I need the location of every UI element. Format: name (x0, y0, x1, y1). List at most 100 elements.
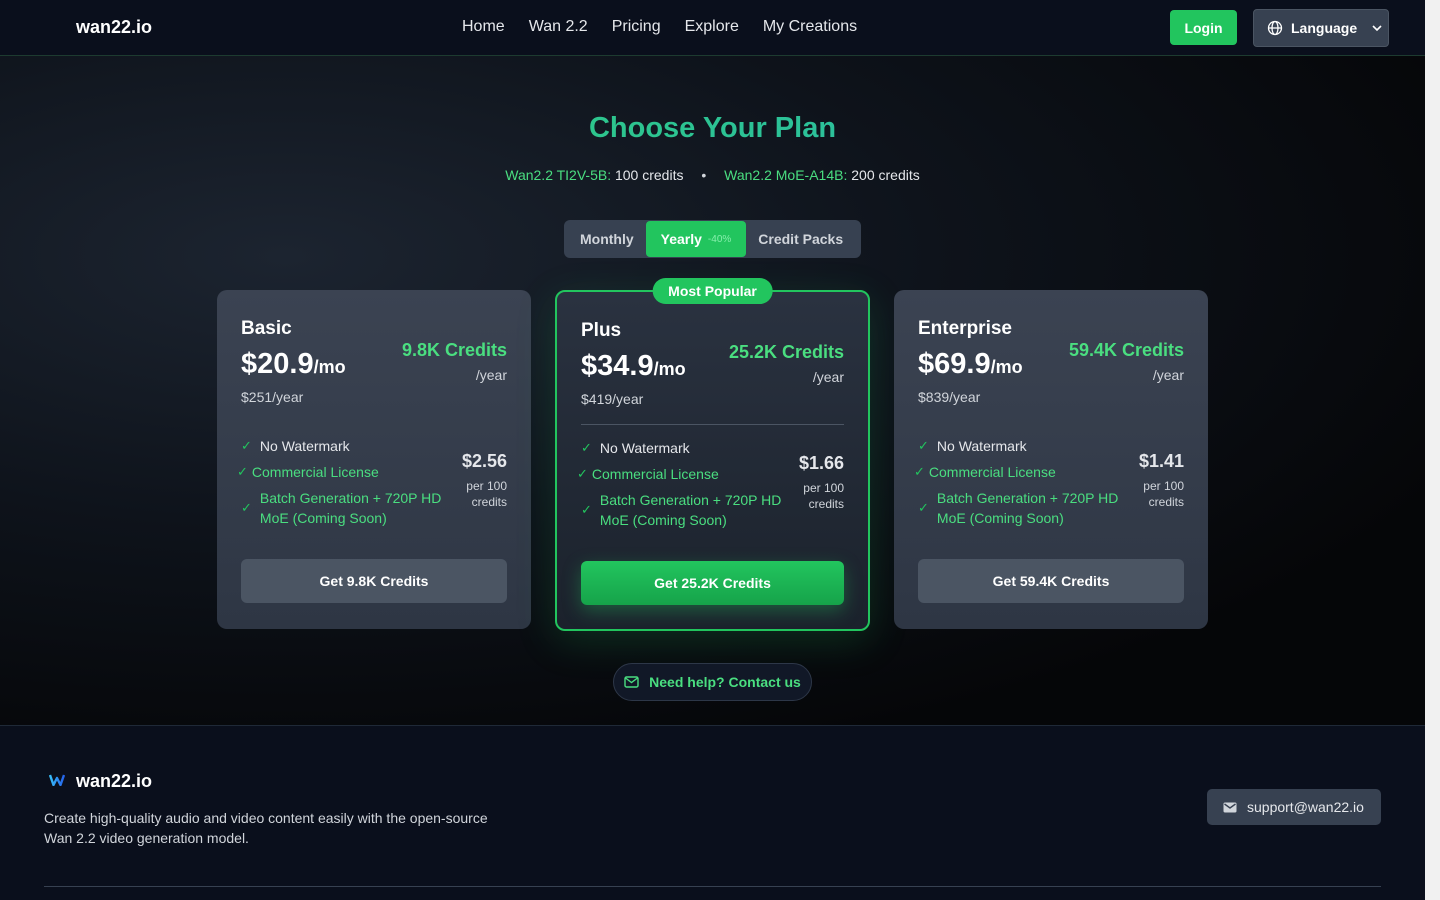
feature-item: ✓ No Watermark (581, 438, 791, 458)
footer-brand[interactable]: wan22.io (76, 771, 152, 792)
nav-pricing[interactable]: Pricing (612, 18, 661, 36)
nav-home[interactable]: Home (462, 18, 505, 36)
plan-credits-period: /year (475, 367, 507, 383)
plan-credits-period: /year (812, 369, 844, 385)
plan-yearly-total: $419/year (581, 391, 644, 407)
plan-credits: 25.2K Credits (728, 342, 844, 362)
feature-label: Batch Generation + 720P HD MoE (Coming S… (936, 490, 1119, 526)
plan-yearly-total: $251/year (241, 389, 304, 405)
language-label: Language (1291, 20, 1358, 36)
tab-credit-packs-label: Credit Packs (758, 231, 844, 247)
plan-name: Basic (241, 318, 292, 339)
plan-yearly-total: $839/year (918, 389, 981, 405)
model-moe-credits: 200 credits (851, 167, 920, 183)
price-period: /mo (990, 357, 1023, 377)
price-value: $69.9 (918, 348, 991, 380)
check-icon: ✓ (914, 464, 925, 479)
price-value: $20.9 (241, 348, 314, 380)
plan-credits: 59.4K Credits (1068, 340, 1184, 360)
plan-card-basic: Basic $20.9/mo $251/year 9.8K Credits /y… (217, 290, 531, 629)
model-moe-name: Wan2.2 MoE-A14B: (724, 167, 848, 183)
price-period: /mo (313, 357, 346, 377)
get-credits-button[interactable]: Get 59.4K Credits (918, 559, 1184, 603)
unit-price: $1.41 (1138, 451, 1184, 471)
unit-price: $1.66 (798, 453, 844, 473)
feature-label: Commercial License (928, 464, 1056, 480)
feature-item: ✓ Commercial License (577, 464, 791, 484)
tab-credit-packs[interactable]: Credit Packs (746, 221, 855, 257)
separator-dot: • (701, 167, 707, 183)
plan-name: Enterprise (918, 318, 1012, 339)
feature-list: ✓ No Watermark ✓ Commercial License ✓ Batch… (237, 436, 451, 534)
contact-us-button[interactable]: Need help? Contact us (613, 663, 812, 701)
feature-item: ✓ Batch Generation + 720P HD MoE (Coming … (581, 490, 791, 530)
billing-toggle: Monthly Yearly -40% Credit Packs (564, 220, 861, 258)
feature-list: ✓ No Watermark ✓ Commercial License ✓ Batch… (577, 438, 791, 536)
feature-label: Commercial License (591, 466, 719, 482)
feature-label: Batch Generation + 720P HD MoE (Coming S… (599, 492, 782, 528)
feature-item: ✓ Batch Generation + 720P HD MoE (Coming … (918, 488, 1128, 528)
footer-description: Create high-quality audio and video cont… (44, 810, 488, 846)
feature-label: No Watermark (259, 438, 350, 454)
plan-card-enterprise: Enterprise $69.9/mo $839/year 59.4K Cred… (894, 290, 1208, 629)
feature-list: ✓ No Watermark ✓ Commercial License ✓ Batch… (914, 436, 1128, 534)
check-icon: ✓ (577, 466, 588, 481)
contact-us-label: Need help? Contact us (649, 674, 801, 690)
support-email: support@wan22.io (1247, 799, 1364, 815)
site-logo[interactable]: wan22.io (76, 17, 152, 38)
mail-icon (624, 676, 639, 688)
page-title: Choose Your Plan (0, 112, 1425, 145)
wan-logo-icon (49, 774, 65, 786)
top-navbar: wan22.io Home Wan 2.2 Pricing Explore My… (0, 0, 1425, 56)
get-credits-button[interactable]: Get 25.2K Credits (581, 561, 844, 605)
main-nav: Home Wan 2.2 Pricing Explore My Creation… (462, 18, 857, 36)
unit-price-label: per 100 credits (1143, 479, 1184, 509)
most-popular-badge: Most Popular (652, 278, 773, 304)
footer-divider (44, 886, 1381, 887)
check-icon: ✓ (241, 438, 252, 453)
unit-price-label: per 100 credits (803, 481, 844, 511)
plan-credits-period: /year (1152, 367, 1184, 383)
card-divider (581, 424, 844, 425)
check-icon: ✓ (241, 500, 252, 515)
plan-price: $69.9/mo (918, 348, 1023, 381)
check-icon: ✓ (581, 440, 592, 455)
login-button[interactable]: Login (1170, 10, 1237, 45)
check-icon: ✓ (237, 464, 248, 479)
tab-yearly[interactable]: Yearly -40% (645, 221, 747, 257)
site-footer: wan22.io Create high-quality audio and v… (0, 725, 1425, 900)
plan-name: Plus (581, 320, 622, 341)
nav-my-creations[interactable]: My Creations (763, 18, 857, 36)
feature-label: Batch Generation + 720P HD MoE (Coming S… (259, 490, 442, 526)
plan-credits: 9.8K Credits (401, 340, 507, 360)
tab-monthly[interactable]: Monthly (568, 221, 646, 257)
mail-icon (1223, 802, 1237, 812)
feature-item: ✓ Commercial License (237, 462, 451, 482)
check-icon: ✓ (918, 438, 929, 453)
tab-monthly-label: Monthly (580, 231, 634, 247)
feature-label: No Watermark (599, 440, 690, 456)
nav-explore[interactable]: Explore (685, 18, 739, 36)
plan-price: $20.9/mo (241, 348, 346, 381)
price-period: /mo (653, 359, 686, 379)
check-icon: ✓ (918, 500, 929, 515)
nav-wan22[interactable]: Wan 2.2 (529, 18, 588, 36)
check-icon: ✓ (581, 502, 592, 517)
price-value: $34.9 (581, 350, 654, 382)
plan-card-plus: Most Popular Plus $34.9/mo $419/year 25.… (555, 278, 870, 631)
feature-item: ✓ No Watermark (918, 436, 1128, 456)
page-scrollbar[interactable] (1425, 0, 1440, 900)
model-ti2v-credits: 100 credits (614, 167, 684, 183)
chevron-down-icon (1372, 25, 1382, 32)
model-credit-info: Wan2.2 TI2V-5B: 100 credits • Wan2.2 MoE… (0, 167, 1425, 183)
globe-icon (1267, 20, 1283, 36)
feature-item: ✓ No Watermark (241, 436, 451, 456)
unit-price: $2.56 (461, 451, 507, 471)
feature-label: No Watermark (936, 438, 1027, 454)
model-ti2v-name: Wan2.2 TI2V-5B: (505, 167, 612, 183)
feature-item: ✓ Batch Generation + 720P HD MoE (Coming … (241, 488, 451, 528)
plan-price: $34.9/mo (581, 350, 686, 383)
support-email-link[interactable]: support@wan22.io (1207, 789, 1381, 825)
get-credits-button[interactable]: Get 9.8K Credits (241, 559, 507, 603)
language-selector[interactable]: Language (1253, 9, 1389, 47)
